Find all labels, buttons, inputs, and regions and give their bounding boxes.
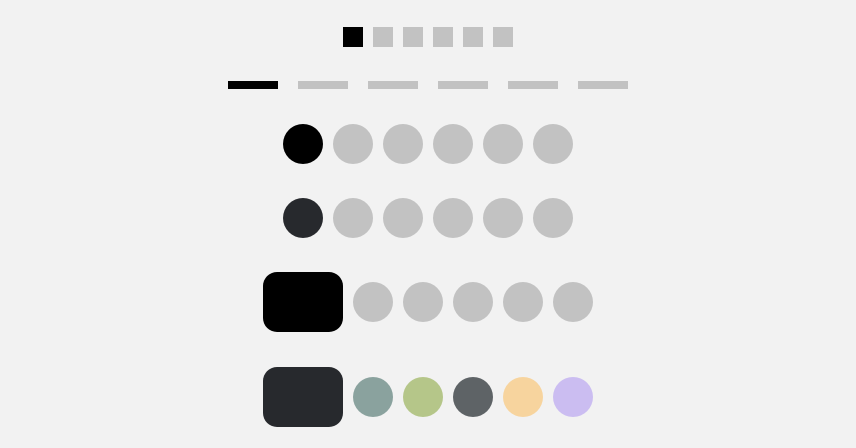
dot-indicator[interactable] bbox=[383, 198, 423, 238]
dot-indicator-active[interactable] bbox=[283, 124, 323, 164]
pill-page-indicator-black bbox=[0, 272, 856, 332]
dot-indicator[interactable] bbox=[503, 282, 543, 322]
dot-indicator[interactable] bbox=[533, 124, 573, 164]
bar-indicator[interactable] bbox=[298, 81, 348, 89]
dot-indicator[interactable] bbox=[453, 282, 493, 322]
dot-indicator-active[interactable] bbox=[283, 198, 323, 238]
square-indicator[interactable] bbox=[373, 27, 393, 47]
dot-indicator[interactable] bbox=[333, 124, 373, 164]
dot-indicator-peach[interactable] bbox=[503, 377, 543, 417]
dot-indicator[interactable] bbox=[483, 124, 523, 164]
bar-page-indicator bbox=[0, 81, 856, 89]
dot-indicator[interactable] bbox=[533, 198, 573, 238]
pill-page-indicator-colored bbox=[0, 367, 856, 427]
bar-indicator[interactable] bbox=[368, 81, 418, 89]
dot-page-indicator-black bbox=[0, 124, 856, 164]
pill-indicator-active[interactable] bbox=[263, 272, 343, 332]
dot-page-indicator-dark bbox=[0, 198, 856, 238]
dot-indicator[interactable] bbox=[333, 198, 373, 238]
bar-indicator-active[interactable] bbox=[228, 81, 278, 89]
dot-indicator[interactable] bbox=[433, 124, 473, 164]
dot-indicator[interactable] bbox=[433, 198, 473, 238]
dot-indicator-olive[interactable] bbox=[403, 377, 443, 417]
dot-indicator-lavender[interactable] bbox=[553, 377, 593, 417]
dot-indicator[interactable] bbox=[483, 198, 523, 238]
square-indicator[interactable] bbox=[463, 27, 483, 47]
dot-indicator[interactable] bbox=[553, 282, 593, 322]
dot-indicator[interactable] bbox=[383, 124, 423, 164]
dot-indicator-slate[interactable] bbox=[453, 377, 493, 417]
dot-indicator[interactable] bbox=[353, 282, 393, 322]
square-indicator[interactable] bbox=[403, 27, 423, 47]
square-indicator-active[interactable] bbox=[343, 27, 363, 47]
square-page-indicator bbox=[0, 27, 856, 47]
pill-indicator-active[interactable] bbox=[263, 367, 343, 427]
bar-indicator[interactable] bbox=[508, 81, 558, 89]
bar-indicator[interactable] bbox=[438, 81, 488, 89]
dot-indicator-sage[interactable] bbox=[353, 377, 393, 417]
square-indicator[interactable] bbox=[493, 27, 513, 47]
bar-indicator[interactable] bbox=[578, 81, 628, 89]
dot-indicator[interactable] bbox=[403, 282, 443, 322]
square-indicator[interactable] bbox=[433, 27, 453, 47]
